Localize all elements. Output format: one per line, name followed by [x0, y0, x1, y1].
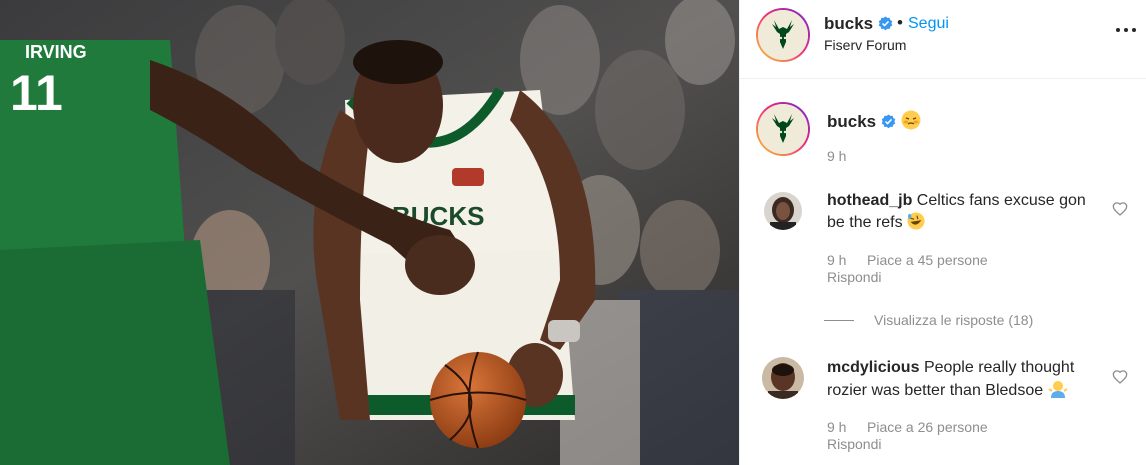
comment-body: mcdylicious People really thought rozier… [827, 357, 1102, 402]
like-heart-icon[interactable] [1112, 201, 1128, 217]
profile-avatar[interactable] [756, 8, 810, 62]
location-link[interactable]: Fiserv Forum [824, 37, 906, 53]
commenter-avatar[interactable] [764, 192, 802, 230]
post-header: bucks • Segui Fiserv Forum [740, 0, 1146, 79]
jersey-number-left: 11 [10, 65, 63, 121]
basketball-photo: BUCKS IRVING 11 [0, 0, 739, 465]
comment-time: 9 h [827, 419, 847, 435]
comment-username[interactable]: hothead_jb [827, 192, 912, 209]
view-replies-label[interactable]: Visualizza le risposte (18) [874, 312, 1033, 328]
follow-button[interactable]: Segui [908, 15, 949, 33]
like-heart-icon[interactable] [1112, 369, 1128, 385]
verified-badge-icon [881, 114, 896, 129]
caption: bucks [827, 110, 921, 132]
reply-button[interactable]: Rispondi [827, 436, 881, 452]
comment-username[interactable]: mcdylicious [827, 359, 919, 376]
bucks-logo-icon [772, 114, 794, 143]
commenter-avatar[interactable] [762, 357, 804, 399]
caption-avatar[interactable] [756, 102, 810, 156]
bucks-logo-icon [772, 20, 794, 49]
more-horizontal-icon[interactable] [1115, 20, 1137, 40]
comment-likes[interactable]: Piace a 26 persone [867, 419, 988, 435]
caption-username[interactable]: bucks [827, 112, 876, 131]
header-username[interactable]: bucks [824, 14, 893, 34]
rolling-laughing-emoji [907, 212, 925, 230]
basketball [429, 351, 527, 449]
comment-time: 9 h [827, 252, 847, 268]
post-side-panel: bucks • Segui Fiserv Forum bucks 9 h hot… [739, 0, 1146, 465]
comment-likes[interactable]: Piace a 45 persone [867, 252, 988, 268]
view-replies-button[interactable]: Visualizza le risposte (18) [824, 310, 1033, 330]
separator-dot: • [897, 13, 903, 32]
caption-time: 9 h [827, 148, 847, 164]
header-username-text[interactable]: bucks [824, 14, 873, 33]
comment-body: hothead_jb Celtics fans excuse gon be th… [827, 190, 1102, 234]
person-shrugging-emoji [1048, 381, 1068, 398]
reply-button[interactable]: Rispondi [827, 269, 881, 285]
replies-divider-line [824, 319, 854, 321]
post-photo[interactable]: BUCKS IRVING 11 [0, 0, 739, 465]
jersey-text-left: IRVING [25, 42, 87, 62]
verified-badge-icon [878, 16, 893, 31]
blushing-face-emoji [901, 110, 921, 130]
